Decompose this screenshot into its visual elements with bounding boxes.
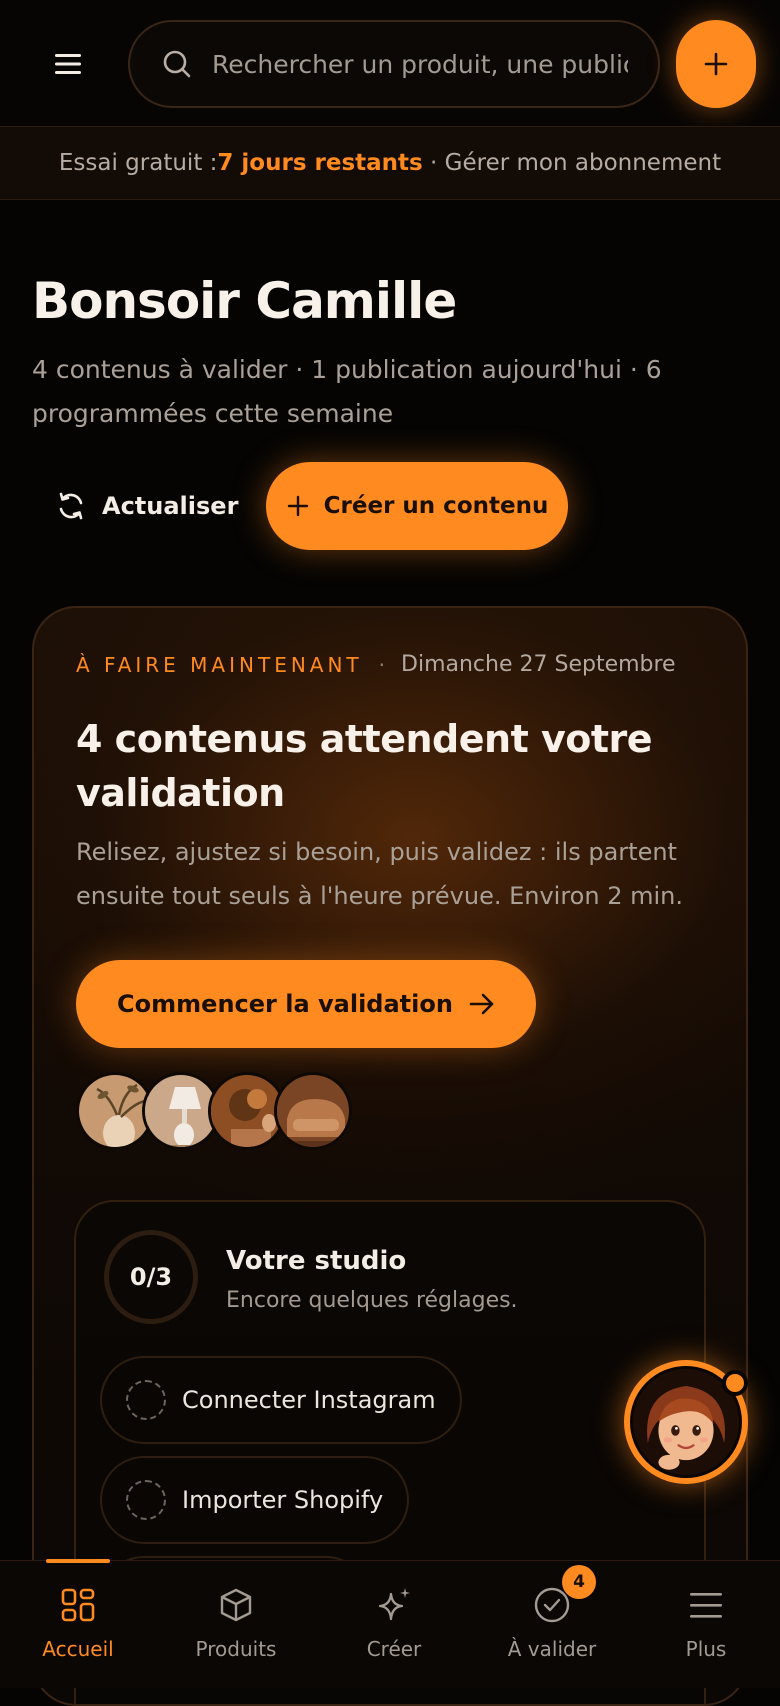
- menu-button[interactable]: [40, 36, 96, 92]
- hamburger-menu-icon: [55, 54, 81, 74]
- nav-label: À valider: [507, 1637, 597, 1661]
- manage-subscription-link[interactable]: Gérer mon abonnement: [445, 150, 721, 176]
- content-thumbnail[interactable]: [274, 1072, 352, 1150]
- notification-badge: 4: [562, 1565, 596, 1599]
- studio-progress: 0/3: [104, 1230, 198, 1324]
- create-content-label: Créer un contenu: [323, 493, 549, 519]
- todo-date: Dimanche 27 Septembre: [401, 652, 676, 677]
- sparkles-icon: [372, 1583, 416, 1627]
- todo-description: Relisez, ajustez si besoin, puis validez…: [76, 838, 683, 910]
- plus-icon: [704, 52, 728, 76]
- nav-item-produits[interactable]: Produits: [158, 1561, 314, 1689]
- active-tab-indicator: [46, 1559, 110, 1563]
- trial-prefix: Essai gratuit :: [58, 150, 218, 176]
- arrow-right-icon: [469, 993, 494, 1015]
- refresh-button[interactable]: Actualiser: [56, 478, 238, 534]
- task-import-shopify[interactable]: Importer Shopify: [100, 1456, 410, 1544]
- card-eyebrow: À FAIRE MAINTENANT · Dimanche 27 Septemb…: [76, 652, 676, 677]
- checkbox-empty-icon: [126, 1380, 166, 1420]
- online-status-dot: [722, 1370, 748, 1396]
- search-icon: [163, 50, 191, 78]
- refresh-label: Actualiser: [102, 492, 239, 520]
- trial-banner: Essai gratuit : 7 jours restants · Gérer…: [0, 126, 780, 200]
- assistant-avatar-button[interactable]: [624, 1360, 748, 1484]
- nav-item-a-valider[interactable]: 4 À valider: [474, 1561, 630, 1689]
- search-input[interactable]: [210, 48, 630, 80]
- studio-subtitle: Encore quelques réglages.: [226, 1288, 518, 1313]
- home-grid-icon: [56, 1583, 100, 1627]
- todo-tag: À FAIRE MAINTENANT: [76, 652, 363, 677]
- top-bar: [0, 0, 780, 126]
- task-label: Importer Shopify: [182, 1486, 384, 1514]
- nav-label: Produits: [195, 1637, 277, 1661]
- todo-card: À FAIRE MAINTENANT · Dimanche 27 Septemb…: [32, 606, 748, 1706]
- check-circle-icon: 4: [530, 1565, 596, 1627]
- page-title: Bonsoir Camille: [32, 272, 457, 330]
- menu-lines-icon: [684, 1583, 728, 1627]
- task-connect-instagram[interactable]: Connecter Instagram: [100, 1356, 462, 1444]
- trial-separator: ·: [422, 150, 445, 176]
- refresh-icon: [59, 492, 83, 520]
- bottom-navigation: Accueil Produits Créer 4 À valider Plus: [0, 1559, 780, 1689]
- add-button[interactable]: [676, 20, 756, 108]
- start-validation-label: Commencer la validation: [117, 990, 453, 1018]
- greeting-summary: 4 contenus à valider · 1 publication auj…: [32, 355, 662, 428]
- box-icon: [214, 1583, 258, 1627]
- plus-icon: [287, 495, 308, 517]
- start-validation-button[interactable]: Commencer la validation: [76, 960, 536, 1048]
- nav-item-accueil[interactable]: Accueil: [0, 1559, 156, 1689]
- task-label: Connecter Instagram: [182, 1386, 436, 1414]
- nav-label: Créer: [366, 1637, 422, 1661]
- nav-item-plus[interactable]: Plus: [628, 1561, 780, 1689]
- checkbox-empty-icon: [126, 1480, 166, 1520]
- nav-item-creer[interactable]: Créer: [316, 1561, 472, 1689]
- trial-days-remaining: 7 jours restants: [217, 150, 423, 176]
- todo-title: 4 contenus attendent votre validation: [76, 717, 653, 815]
- studio-title: Votre studio: [226, 1246, 407, 1276]
- nav-label: Accueil: [42, 1637, 114, 1661]
- create-content-button[interactable]: Créer un contenu: [266, 462, 568, 550]
- nav-label: Plus: [685, 1637, 727, 1661]
- eyebrow-separator: ·: [378, 652, 386, 677]
- search-bar[interactable]: [128, 20, 660, 108]
